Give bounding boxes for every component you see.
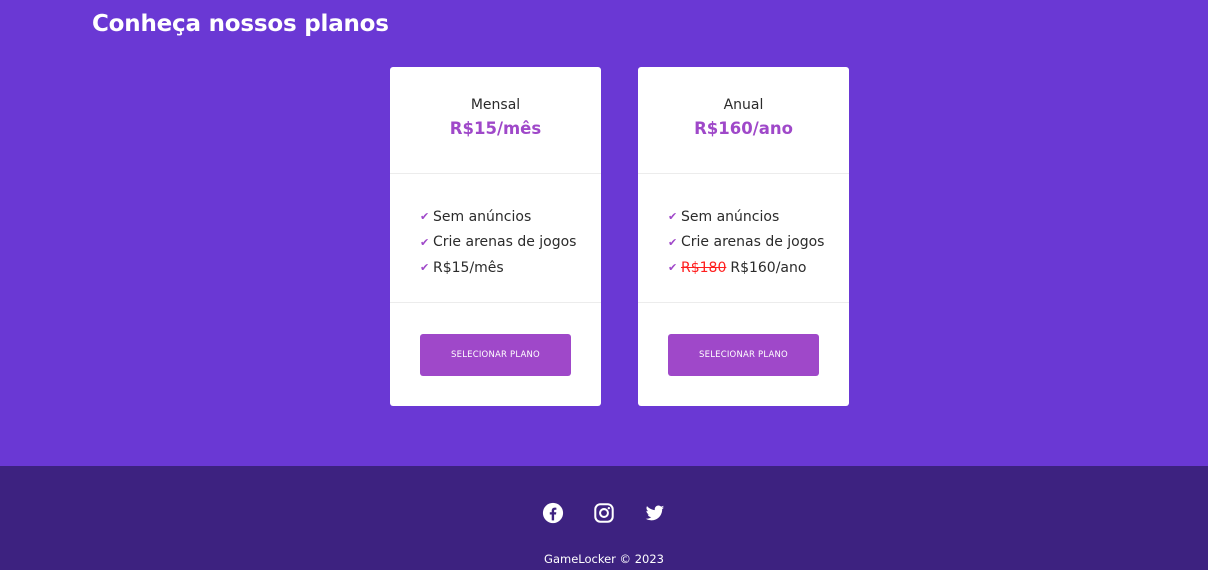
copyright: GameLocker © 2023 — [544, 552, 664, 566]
check-icon: ✔ — [420, 261, 430, 275]
plan-card-anual: Anual R$160/ano ✔ Sem anúncios ✔ Crie ar… — [638, 67, 849, 406]
feature-label: R$15/mês — [433, 259, 504, 276]
plan-name: Mensal — [470, 97, 521, 113]
plan-price: R$15/mês — [449, 119, 542, 138]
feature-label: Crie arenas de jogos — [433, 234, 577, 251]
page: Conheça nossos planos Mensal R$15/mês ✔ … — [0, 0, 1208, 570]
old-price: R$180 — [681, 259, 727, 276]
new-price: R$160/ano — [730, 259, 807, 276]
plan-name: Anual — [723, 97, 764, 113]
feature-item: ✔ Crie arenas de jogos — [420, 230, 601, 256]
page-title: Conheça nossos planos — [92, 11, 389, 37]
check-icon: ✔ — [420, 235, 430, 249]
feature-label: Sem anúncios — [681, 208, 780, 225]
plan-price: R$160/ano — [694, 119, 793, 138]
plan-card-mensal: Mensal R$15/mês ✔ Sem anúncios ✔ Crie ar… — [390, 67, 601, 406]
check-icon: ✔ — [668, 210, 678, 224]
check-icon: ✔ — [668, 261, 678, 275]
plans-section: Conheça nossos planos Mensal R$15/mês ✔ … — [0, 0, 1208, 466]
feature-item: ✔ Crie arenas de jogos — [668, 230, 849, 256]
feature-label: Crie arenas de jogos — [681, 234, 825, 251]
facebook-icon[interactable] — [542, 502, 564, 524]
instagram-icon[interactable] — [593, 502, 615, 524]
footer: GameLocker © 2023 — [0, 466, 1208, 570]
feature-item: ✔ Sem anúncios — [420, 204, 601, 230]
feature-list: ✔ Sem anúncios ✔ Crie arenas de jogos ✔ … — [390, 174, 601, 303]
plan-header: Mensal R$15/mês — [390, 67, 601, 174]
select-plan-button[interactable]: SELECIONAR PLANO — [668, 334, 819, 376]
feature-item: ✔ R$180 R$160/ano — [668, 255, 849, 281]
twitter-icon[interactable] — [644, 502, 666, 524]
social-links — [0, 502, 1208, 524]
feature-list: ✔ Sem anúncios ✔ Crie arenas de jogos ✔ … — [638, 174, 849, 303]
feature-item: ✔ R$15/mês — [420, 255, 601, 281]
check-icon: ✔ — [420, 210, 430, 224]
select-plan-button[interactable]: SELECIONAR PLANO — [420, 334, 571, 376]
feature-label: Sem anúncios — [433, 208, 532, 225]
check-icon: ✔ — [668, 235, 678, 249]
feature-item: ✔ Sem anúncios — [668, 204, 849, 230]
plan-header: Anual R$160/ano — [638, 67, 849, 174]
